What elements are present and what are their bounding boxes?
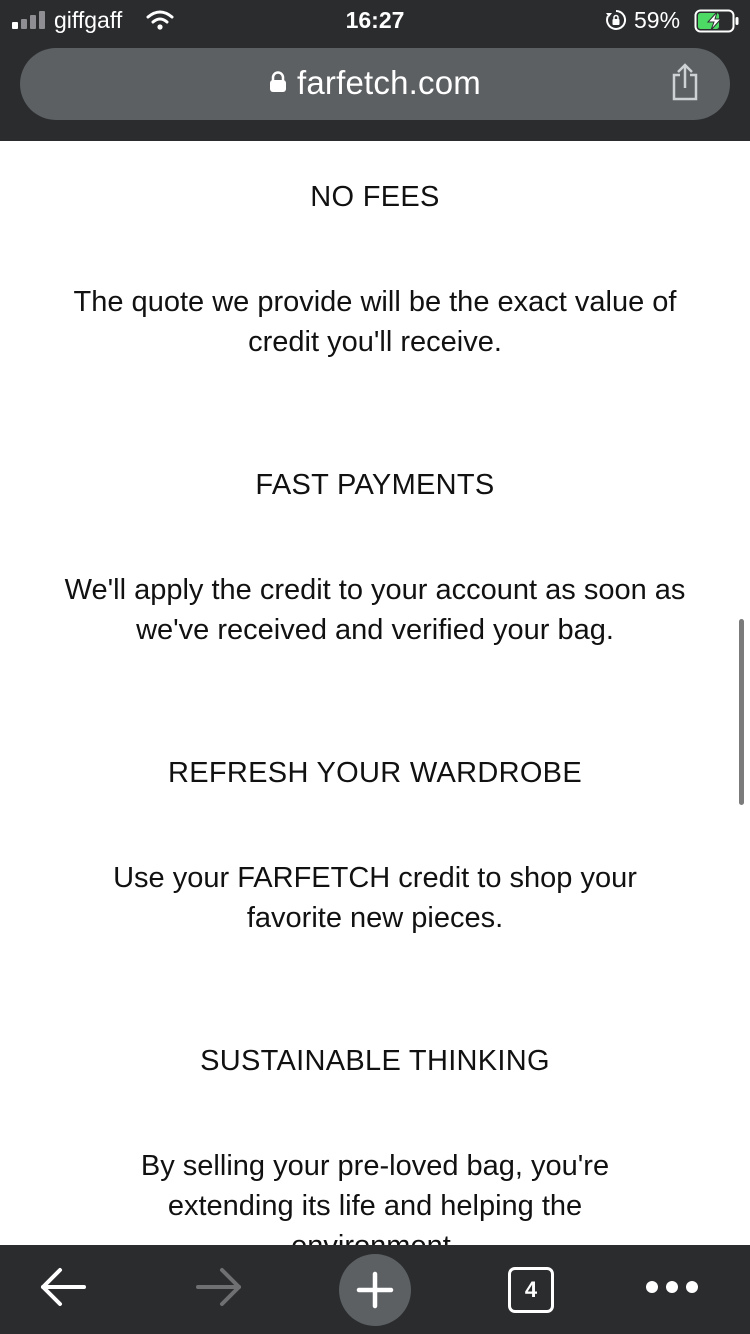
address-bar[interactable]: farfetch.com	[20, 48, 730, 120]
orientation-lock-icon	[605, 9, 627, 37]
back-button[interactable]	[28, 1245, 98, 1334]
battery-charging-icon	[694, 9, 742, 39]
share-icon[interactable]	[670, 62, 700, 107]
back-arrow-icon	[38, 1266, 88, 1313]
more-icon	[644, 1279, 700, 1300]
section-body: Use your FARFETCH credit to shop your fa…	[113, 862, 637, 934]
more-button[interactable]	[640, 1245, 704, 1334]
section-heading: REFRESH YOUR WARDROBE	[168, 757, 582, 789]
forward-button[interactable]	[184, 1245, 254, 1334]
scrollbar[interactable]	[739, 619, 744, 805]
browser-toolbar: 4	[0, 1245, 750, 1334]
page-content: NO FEES The quote we provide will be the…	[0, 141, 750, 1245]
section-heading: SUSTAINABLE THINKING	[200, 1045, 550, 1077]
browser-top-bar: giffgaff 16:27 59% farfetch.com	[0, 0, 750, 141]
tab-count: 4	[524, 1276, 538, 1302]
section-body: We'll apply the credit to your account a…	[64, 574, 686, 646]
new-tab-button[interactable]	[338, 1245, 412, 1334]
url-text: farfetch.com	[297, 64, 481, 101]
battery-percentage: 59%	[634, 7, 681, 33]
tabs-icon: 4	[508, 1266, 554, 1313]
status-bar: giffgaff 16:27 59%	[0, 0, 750, 42]
section-heading: FAST PAYMENTS	[255, 469, 495, 501]
new-tab-plus-icon	[339, 1253, 411, 1326]
padlock-icon	[269, 63, 287, 101]
tabs-button[interactable]: 4	[506, 1245, 556, 1334]
forward-arrow-icon	[194, 1266, 244, 1313]
section-heading: NO FEES	[310, 181, 440, 213]
section-body: By selling your pre-loved bag, you're ex…	[140, 1150, 610, 1245]
section-body: The quote we provide will be the exact v…	[73, 286, 677, 358]
